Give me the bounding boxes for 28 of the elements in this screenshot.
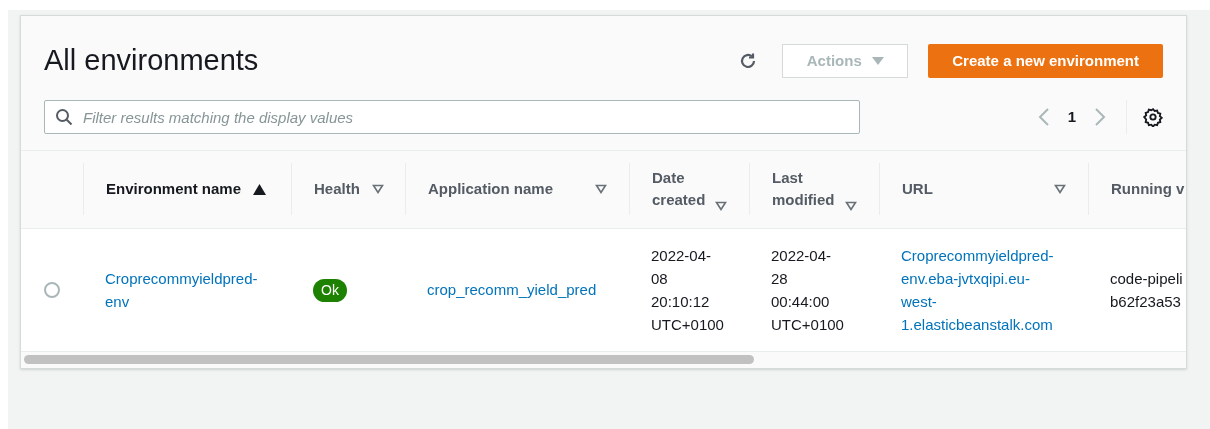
sort-icon[interactable]	[715, 201, 727, 212]
date-text: 2022-04-28 00:44:00 UTC+0100	[771, 245, 843, 335]
scrollbar-thumb[interactable]	[24, 355, 755, 364]
page-number[interactable]: 1	[1063, 105, 1080, 129]
column-header[interactable]: Health	[314, 178, 360, 201]
health-status: Ok	[313, 278, 347, 302]
environment-link[interactable]: Croprecommyieldpred-env	[105, 266, 265, 313]
search-icon	[55, 108, 73, 126]
sort-icon[interactable]	[845, 201, 857, 212]
sort-icon[interactable]	[595, 184, 607, 195]
date-text: 2022-04-08 20:10:12 UTC+0100	[651, 245, 723, 335]
url-link[interactable]: Croprecommyieldpred-env.eba-jvtxqipi.eu-west-1.elasticbeanstalk.com	[901, 243, 1061, 336]
column-header[interactable]: Environment name	[106, 178, 242, 201]
application-link[interactable]: crop_recomm_yield_pred	[427, 281, 597, 299]
version-text: code-pipeli b62f23a53	[1110, 268, 1184, 312]
sort-ascending-icon[interactable]	[253, 183, 267, 195]
caret-icon	[871, 57, 884, 65]
page-title: All environments	[44, 43, 260, 79]
sort-icon[interactable]	[371, 184, 384, 195]
radio-button[interactable]	[44, 281, 60, 298]
filter-field[interactable]: Filter results matching the display values	[44, 100, 860, 134]
column-header[interactable]: Running v	[1111, 178, 1185, 201]
settings-icon[interactable]	[1143, 107, 1163, 127]
column-header[interactable]: URL	[902, 178, 933, 201]
column-header[interactable]: Last modified	[772, 167, 837, 212]
sort-icon[interactable]	[1054, 184, 1066, 195]
column-header[interactable]: Date created	[652, 167, 707, 212]
column-header[interactable]: Application name	[428, 178, 554, 201]
